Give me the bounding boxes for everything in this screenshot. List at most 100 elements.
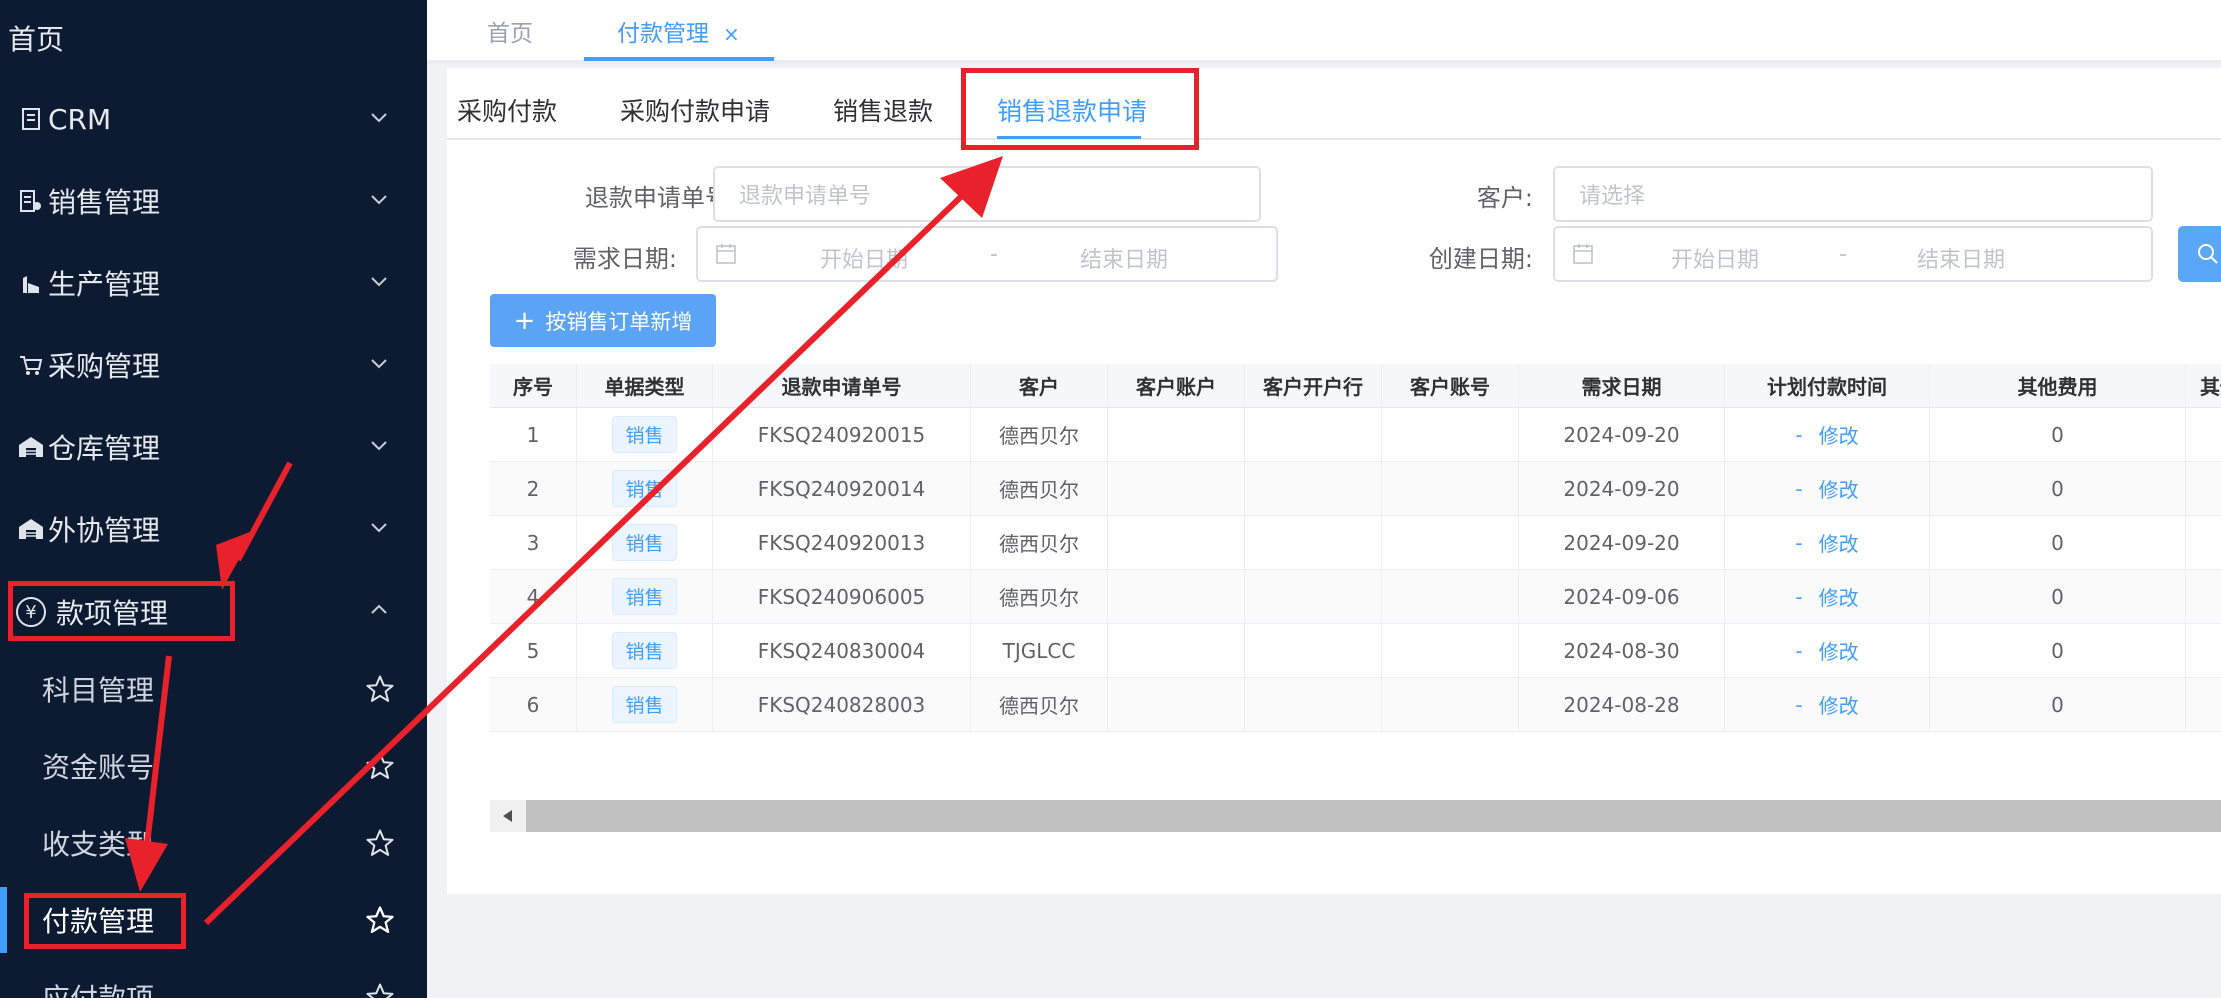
- col-header: 其他费用: [1930, 364, 2186, 407]
- type-tag: 销售: [612, 470, 677, 507]
- annotation-box-payment-submenu: [24, 893, 186, 949]
- cell-refund-no: FKSQ240920013: [713, 516, 971, 569]
- tab-payment-management[interactable]: 付款管理 ×: [617, 14, 740, 48]
- cell-other: [2186, 408, 2221, 461]
- cell-other-fee: 0: [1930, 408, 2186, 461]
- edit-link[interactable]: 修改: [1819, 528, 1859, 557]
- table-row[interactable]: 6 销售 FKSQ240828003 德西贝尔 2024-08-28- 修改 0: [490, 678, 2221, 732]
- cell-customer: 德西贝尔: [971, 408, 1108, 461]
- edit-link[interactable]: 修改: [1819, 636, 1859, 665]
- demand-date-range[interactable]: 开始日期 - 结束日期: [696, 226, 1278, 282]
- calendar-icon: [1573, 244, 1593, 264]
- sidebar-subitem-label: 科目管理: [42, 674, 155, 707]
- customer-label: 客户:: [1476, 184, 1533, 212]
- sidebar-subitem-label: 应付款项: [42, 977, 154, 998]
- cell-account: [1108, 624, 1245, 677]
- cell-type: 销售: [577, 408, 713, 461]
- cell-demand-date: 2024-08-30: [1519, 624, 1725, 677]
- create-date-range[interactable]: 开始日期 - 结束日期: [1553, 226, 2153, 282]
- type-tag: 销售: [612, 632, 677, 669]
- sidebar-item-sales[interactable]: 销售管理: [0, 171, 427, 231]
- sidebar-item-outsource[interactable]: 外协管理: [0, 499, 427, 559]
- sidebar-subitem-fund-accounts[interactable]: 资金账号: [0, 733, 427, 799]
- calendar-icon: [716, 244, 736, 264]
- chevron-down-icon: [371, 113, 387, 123]
- col-header: 其他: [2200, 375, 2221, 399]
- plan-time-value: -: [1795, 692, 1803, 717]
- add-by-sales-order-button[interactable]: + 按销售订单新增: [490, 294, 716, 347]
- table-row[interactable]: 4 销售 FKSQ240906005 德西贝尔 2024-09-06- 修改 0: [490, 570, 2221, 624]
- cell-account: [1108, 408, 1245, 461]
- table-row[interactable]: 3 销售 FKSQ240920013 德西贝尔 2024-09-20- 修改 0: [490, 516, 2221, 570]
- cell-demand-date: 2024-09-20: [1519, 462, 1725, 515]
- subtab-sales-refund[interactable]: 销售退款: [833, 92, 933, 128]
- cell-account: [1108, 462, 1245, 515]
- star-icon[interactable]: [365, 674, 395, 704]
- col-header: 退款申请单号: [713, 364, 971, 407]
- cart-icon: [16, 354, 46, 376]
- col-header: 计划付款时间: [1725, 364, 1930, 407]
- cell-type: 销售: [577, 624, 713, 677]
- sidebar-item-label: 仓库管理: [48, 432, 161, 465]
- cell-bank: [1245, 570, 1382, 623]
- sub-tab-bar: 采购付款 采购付款申请 销售退款 销售退款申请: [447, 68, 2221, 140]
- star-icon[interactable]: [365, 828, 395, 858]
- sidebar-home[interactable]: 首页: [8, 18, 64, 58]
- edit-link[interactable]: 修改: [1819, 420, 1859, 449]
- sidebar-subitem-payables[interactable]: 应付款项: [0, 964, 427, 998]
- cell-demand-date: 2024-09-20: [1519, 408, 1725, 461]
- start-date-placeholder: 开始日期: [820, 248, 909, 273]
- cell-account-no: [1382, 570, 1519, 623]
- plan-time-value: -: [1795, 422, 1803, 447]
- cell-no: 1: [490, 408, 577, 461]
- cell-account: [1108, 570, 1245, 623]
- edit-link[interactable]: 修改: [1819, 690, 1859, 719]
- tab-home[interactable]: 首页: [487, 14, 533, 48]
- cell-plan-time: - 修改: [1725, 408, 1930, 461]
- cell-account: [1108, 516, 1245, 569]
- sidebar-item-purchase[interactable]: 采购管理: [0, 335, 427, 395]
- subtab-purchase-payment-request[interactable]: 采购付款申请: [620, 92, 770, 128]
- sidebar-item-crm[interactable]: CRM: [0, 89, 427, 149]
- edit-link[interactable]: 修改: [1819, 474, 1859, 503]
- sidebar-subitem-income-types[interactable]: 收支类型: [0, 810, 427, 876]
- close-icon[interactable]: ×: [723, 22, 740, 46]
- cell-no: 2: [490, 462, 577, 515]
- cell-account-no: [1382, 678, 1519, 731]
- sidebar-subitem-subjects[interactable]: 科目管理: [0, 656, 427, 722]
- col-header: 单据类型: [577, 364, 713, 407]
- customer-select[interactable]: 请选择: [1553, 166, 2153, 222]
- sidebar-item-label: CRM: [48, 102, 112, 136]
- cell-customer: 德西贝尔: [971, 678, 1108, 731]
- plus-icon: +: [513, 305, 536, 336]
- star-icon[interactable]: [365, 982, 395, 998]
- cell-refund-no: FKSQ240906005: [713, 570, 971, 623]
- horizontal-scrollbar[interactable]: [490, 800, 2221, 832]
- annotation-box-payments-menu: [8, 581, 235, 641]
- chevron-down-icon: [371, 523, 387, 533]
- sidebar-subitem-label: 资金账号: [42, 751, 155, 784]
- col-header: 客户账户: [1108, 364, 1245, 407]
- star-icon[interactable]: [365, 751, 395, 781]
- cell-customer: 德西贝尔: [971, 516, 1108, 569]
- cell-no: 5: [490, 624, 577, 677]
- cell-account-no: [1382, 516, 1519, 569]
- scroll-left-icon[interactable]: [490, 800, 526, 832]
- edit-link[interactable]: 修改: [1819, 582, 1859, 611]
- sidebar-item-warehouse[interactable]: 仓库管理: [0, 417, 427, 477]
- refund-no-input[interactable]: 退款申请单号: [713, 166, 1261, 222]
- col-header: 客户账号: [1382, 364, 1519, 407]
- table-row[interactable]: 1 销售 FKSQ240920015 德西贝尔 2024-09-20- 修改 0: [490, 408, 2221, 462]
- table-row[interactable]: 5 销售 FKSQ240830004 TJGLCC 2024-08-30- 修改 0: [490, 624, 2221, 678]
- type-tag: 销售: [612, 578, 677, 615]
- cell-no: 4: [490, 570, 577, 623]
- star-icon[interactable]: [365, 905, 395, 935]
- cell-customer: TJGLCC: [971, 624, 1108, 677]
- col-header: 需求日期: [1519, 364, 1725, 407]
- subtab-purchase-payment[interactable]: 采购付款: [457, 92, 557, 128]
- tab-active-indicator: [584, 57, 774, 61]
- table-row[interactable]: 2 销售 FKSQ240920014 德西贝尔 2024-09-20- 修改 0: [490, 462, 2221, 516]
- search-button[interactable]: [2178, 226, 2221, 282]
- cell-demand-date: 2024-08-28: [1519, 678, 1725, 731]
- sidebar-item-production[interactable]: 生产管理: [0, 253, 427, 313]
